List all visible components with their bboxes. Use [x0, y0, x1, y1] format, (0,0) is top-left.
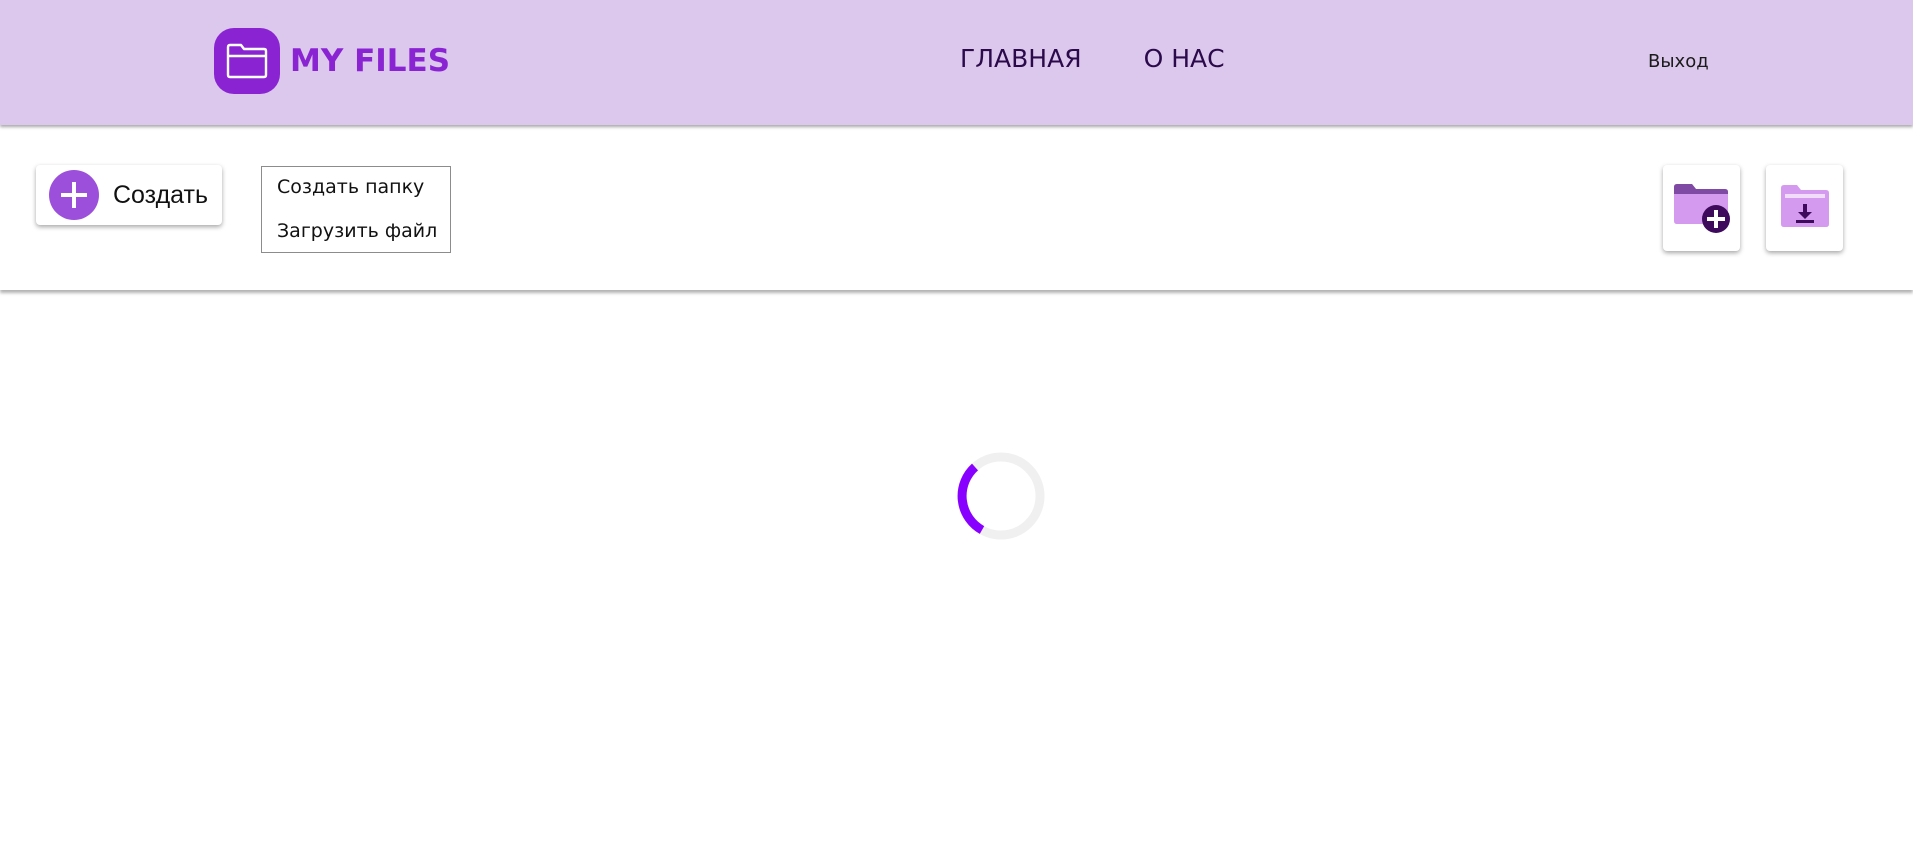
nav-link-home[interactable]: ГЛАВНАЯ	[960, 44, 1082, 73]
plus-icon	[49, 170, 99, 220]
create-dropdown-menu: Создать папку Загрузить файл	[261, 166, 451, 253]
folder-download-icon	[1777, 180, 1833, 236]
main-content	[0, 292, 1913, 868]
logo[interactable]: MY FILES	[214, 28, 450, 94]
menu-item-upload-file[interactable]: Загрузить файл	[277, 220, 437, 242]
folder-add-icon	[1670, 177, 1734, 239]
main-nav: ГЛАВНАЯ О НАС	[960, 44, 1225, 73]
upload-file-button[interactable]	[1766, 165, 1843, 251]
nav-link-about[interactable]: О НАС	[1144, 44, 1225, 73]
create-button-label: Создать	[113, 180, 209, 209]
create-button[interactable]: Создать	[36, 165, 222, 225]
new-folder-button[interactable]	[1663, 165, 1740, 251]
logo-text: MY FILES	[290, 43, 451, 79]
menu-item-create-folder[interactable]: Создать папку	[277, 176, 424, 198]
logout-link[interactable]: Выход	[1648, 51, 1709, 72]
loading-spinner	[955, 450, 1047, 542]
app-header: MY FILES ГЛАВНАЯ О НАС Выход	[0, 0, 1913, 125]
toolbar: Создать Создать папку Загрузить файл	[0, 127, 1913, 290]
folder-icon	[214, 28, 280, 94]
